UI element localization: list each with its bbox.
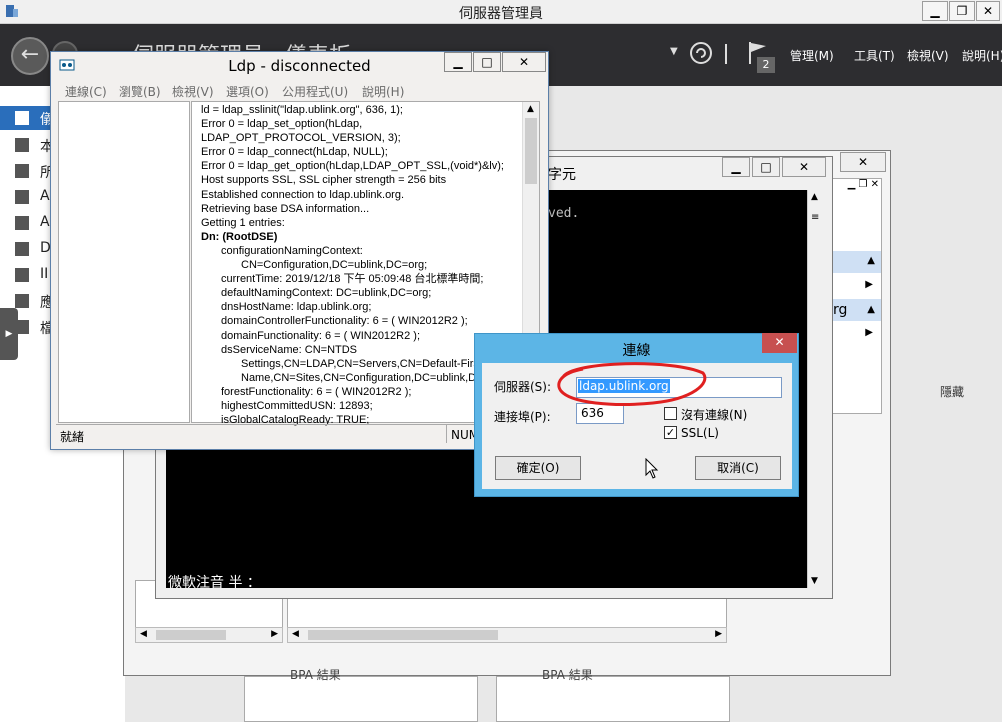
console-title: 字元 <box>548 167 576 183</box>
ldp-menu-options[interactable]: 選項(O) <box>226 83 269 100</box>
panel-collapse-icon[interactable]: ▲ <box>831 251 881 273</box>
ssl-label[interactable]: SSL(L) <box>681 426 719 440</box>
ime-status-bar: 微軟注音 半 ： <box>168 575 261 591</box>
cancel-button[interactable]: 取消(C) <box>695 456 781 480</box>
server-label: 伺服器(S): <box>494 380 552 394</box>
sidebar-expand-icon[interactable]: ▶ <box>0 308 18 360</box>
dialog-close-button[interactable]: ✕ <box>762 333 797 353</box>
dashboard-icon <box>15 111 29 125</box>
menu-help[interactable]: 說明(H) <box>962 47 1002 64</box>
console-minimize-button[interactable]: ▁ <box>722 157 750 177</box>
ldp-output-line: dnsHostName: ldap.ublink.org; <box>221 301 372 314</box>
ldp-output-line: Error 0 = ldap_get_option(hLdap,LDAP_OPT… <box>201 160 504 173</box>
ldp-output-line: configurationNamingContext: <box>221 244 363 257</box>
console-output-text: ved. <box>548 206 580 221</box>
ldp-output-text: ld = ldap_sslinit("ldap.ublink.org", 636… <box>201 103 521 427</box>
back-arrow-icon[interactable]: ← <box>11 37 49 75</box>
connectionless-label[interactable]: 沒有連線(N) <box>681 406 747 423</box>
console-close-button[interactable]: ✕ <box>782 157 826 177</box>
ldp-menu-help[interactable]: 說明(H) <box>362 83 404 100</box>
hide-link[interactable]: 隱藏 <box>940 383 964 400</box>
bpa-tile-2 <box>496 676 730 722</box>
bpa-tile-1 <box>244 676 478 722</box>
ldp-output-line: defaultNamingContext: DC=ublink,DC=org; <box>221 287 432 300</box>
ldp-menu-utilities[interactable]: 公用程式(U) <box>282 83 348 100</box>
ldp-close-button[interactable]: ✕ <box>502 52 546 72</box>
notification-count-badge: 2 <box>757 57 775 73</box>
background-right-panel: ▁ ❐ ✕ ▲ ▶ rg ▲ ▶ <box>830 178 882 414</box>
ldp-output-line: domainFunctionality: 6 = ( WIN2012R2 ); <box>221 329 421 342</box>
panel-window-controls[interactable]: ▁ ❐ ✕ <box>831 179 881 195</box>
panel-expand-icon[interactable]: ▶ <box>831 273 881 299</box>
ldp-output-line: CN=Configuration,DC=ublink,DC=org; <box>241 259 428 272</box>
ad-icon <box>15 190 29 204</box>
ldp-menu-view[interactable]: 檢視(V) <box>172 83 214 100</box>
menu-view[interactable]: 檢視(V) <box>907 47 949 64</box>
ldp-output-line: Name,CN=Sites,CN=Configuration,DC=ublink… <box>241 371 491 384</box>
panel-expand-icon-2[interactable]: ▶ <box>831 321 881 347</box>
background-window-close-icon[interactable]: ✕ <box>840 152 886 172</box>
ldp-menu-browse[interactable]: 瀏覽(B) <box>119 83 161 100</box>
connectionless-checkbox[interactable] <box>664 407 677 420</box>
status-divider <box>446 425 447 443</box>
refresh-icon[interactable] <box>689 41 713 65</box>
restore-button[interactable]: ❐ <box>949 1 975 21</box>
menu-manage[interactable]: 管理(M) <box>790 47 834 64</box>
minimize-button[interactable]: ▁ <box>922 1 948 21</box>
ldp-output-line: Retrieving base DSA information... <box>201 202 370 215</box>
servers-icon <box>15 164 29 178</box>
ldp-output-line: currentTime: 2019/12/18 下午 05:09:48 台北標準… <box>221 273 484 286</box>
window-title: 伺服器管理員 <box>459 6 543 22</box>
ad-icon <box>15 216 29 230</box>
port-label: 連接埠(P): <box>494 410 551 424</box>
ldp-output-line: Error 0 = ldap_connect(hLdap, NULL); <box>201 146 388 159</box>
mouse-cursor-icon <box>645 458 659 479</box>
status-ready: 就緒 <box>60 430 85 444</box>
ldp-tree-pane[interactable] <box>58 101 190 423</box>
ldp-output-line: Error 0 = ldap_set_option(hLdap, <box>201 118 363 131</box>
ldp-output-line: Getting 1 entries: <box>201 216 285 229</box>
ldp-output-line: Established connection to ldap.ublink.or… <box>201 188 405 201</box>
ok-button[interactable]: 確定(O) <box>495 456 581 480</box>
panel-spacer <box>831 195 881 251</box>
dropdown-chevron-icon[interactable]: ▼ <box>670 46 678 57</box>
menu-tools[interactable]: 工具(T) <box>854 47 895 64</box>
panel-band-text: rg ▲ <box>831 299 881 321</box>
iis-icon <box>15 268 29 282</box>
bpa-result-2[interactable]: BPA 結果 <box>542 666 593 683</box>
close-button[interactable]: ✕ <box>976 1 1000 21</box>
horizontal-scrollbar-1[interactable]: ◀ ▶ <box>135 627 283 643</box>
ldp-maximize-button[interactable]: □ <box>473 52 501 72</box>
header-divider <box>725 44 727 64</box>
ldp-output-line: domainControllerFunctionality: 6 = ( WIN… <box>221 315 468 328</box>
ldp-output-line: LDAP_OPT_PROTOCOL_VERSION, 3); <box>201 132 401 145</box>
ldp-menu-connection[interactable]: 連線(C) <box>65 83 107 100</box>
console-maximize-button[interactable]: □ <box>752 157 780 177</box>
console-vertical-scrollbar[interactable]: ▲ ≡ ▼ <box>807 190 823 588</box>
ldp-output-line: dsServiceName: CN=NTDS <box>221 343 358 356</box>
highlight-annotation-circle <box>557 362 707 406</box>
ldp-output-line: Settings,CN=LDAP,CN=Servers,CN=Default-F… <box>241 357 486 370</box>
ldp-status-bar: 就緒 NUM <box>56 424 544 444</box>
ldp-output-line: ld = ldap_sslinit("ldap.ublink.org", 636… <box>201 104 403 116</box>
horizontal-scrollbar-2[interactable]: ◀ ▶ <box>287 627 727 643</box>
ldp-output-line: highestCommittedUSN: 12893; <box>221 399 373 412</box>
ldp-output-line: Dn: (RootDSE) <box>201 230 278 243</box>
ldp-output-line: forestFunctionality: 6 = ( WIN2012R2 ); <box>221 385 412 398</box>
dns-icon <box>15 242 29 256</box>
server-icon <box>15 138 29 152</box>
bpa-result-1[interactable]: BPA 結果 <box>290 666 341 683</box>
ldp-output-line: Host supports SSL, SSL cipher strength =… <box>201 174 447 187</box>
apps-icon <box>15 294 29 308</box>
ssl-checkbox[interactable]: ✓ <box>664 426 677 439</box>
connect-dialog-title: 連線 <box>622 343 651 359</box>
ldp-minimize-button[interactable]: ▁ <box>444 52 472 72</box>
